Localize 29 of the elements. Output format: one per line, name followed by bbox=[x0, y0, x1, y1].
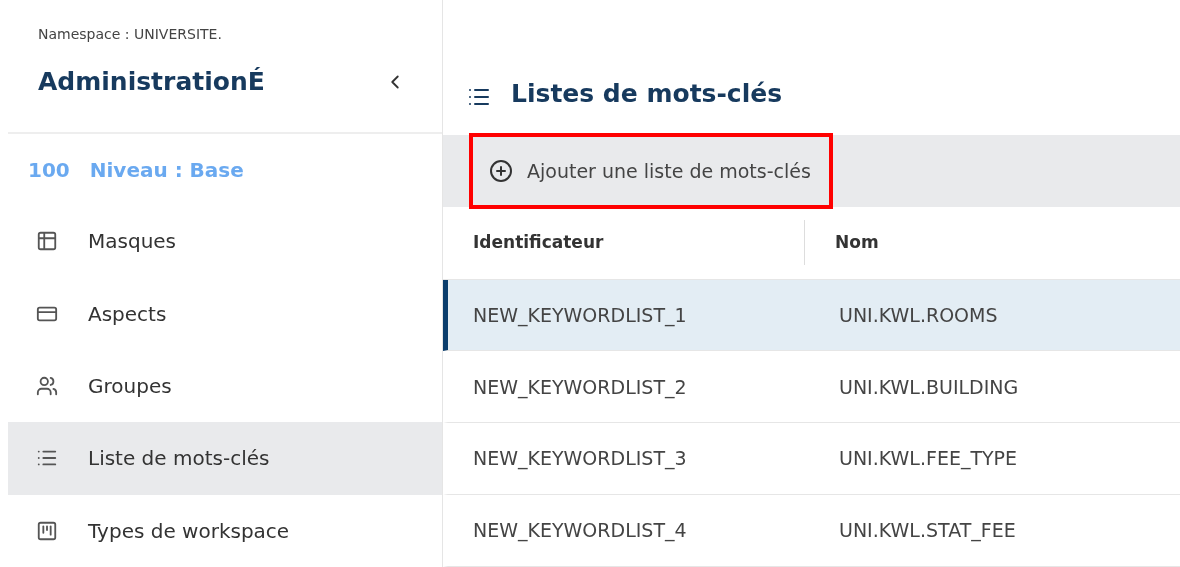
sidebar-item[interactable]: Masques bbox=[8, 205, 442, 278]
table-cell-text: NEW_KEYWORDLIST_2 bbox=[472, 374, 688, 401]
sidebar-item[interactable]: Groupes bbox=[8, 349, 442, 423]
table-cell-text: NEW_KEYWORDLIST_1 bbox=[472, 302, 688, 329]
plus-circle-icon bbox=[489, 158, 513, 183]
level-number: 100 bbox=[28, 156, 70, 184]
namespace-label: Namespace : UNIVERSITE. bbox=[38, 25, 223, 44]
sidebar-item[interactable]: Aspects bbox=[8, 277, 442, 350]
table-row[interactable]: NEW_KEYWORDLIST_1 UNI.KWL.ROOMS bbox=[443, 279, 1180, 352]
sidebar-title: AdministrationÉ bbox=[38, 66, 265, 98]
table-cell-text: NEW_KEYWORDLIST_4 bbox=[472, 518, 688, 544]
level-label: Niveau : Base bbox=[89, 156, 244, 184]
table-row[interactable]: NEW_KEYWORDLIST_3 UNI.KWL.FEE_TYPE bbox=[443, 423, 1180, 496]
table-row[interactable]: NEW_KEYWORDLIST_4 UNI.KWL.STAT_FEE bbox=[443, 495, 1180, 567]
table-icon bbox=[36, 230, 58, 253]
table-row[interactable]: NEW_KEYWORDLIST_2 UNI.KWL.BUILDING bbox=[443, 351, 1180, 424]
page-title: Listes de mots-clés bbox=[511, 78, 783, 111]
table-cell-text: NEW_KEYWORDLIST_3 bbox=[472, 446, 688, 472]
sidebar-item[interactable]: Types de workspace bbox=[8, 494, 442, 567]
table-cell-text: UNI.KWL.STAT_FEE bbox=[838, 518, 1016, 544]
table-cell-text: UNI.KWL.ROOMS bbox=[838, 302, 998, 328]
panel-icon bbox=[36, 519, 58, 542]
add-list-button[interactable]: Ajouter une liste de mots-clés bbox=[469, 132, 833, 209]
sidebar-item[interactable]: Liste de mots-clés bbox=[8, 422, 442, 495]
column-header: Identificateur bbox=[443, 219, 805, 266]
column-header: Nom bbox=[834, 230, 879, 254]
users-icon bbox=[36, 375, 58, 398]
table-cell-text: UNI.KWL.BUILDING bbox=[838, 374, 1019, 400]
table-cell-text: UNI.KWL.FEE_TYPE bbox=[838, 446, 1018, 472]
